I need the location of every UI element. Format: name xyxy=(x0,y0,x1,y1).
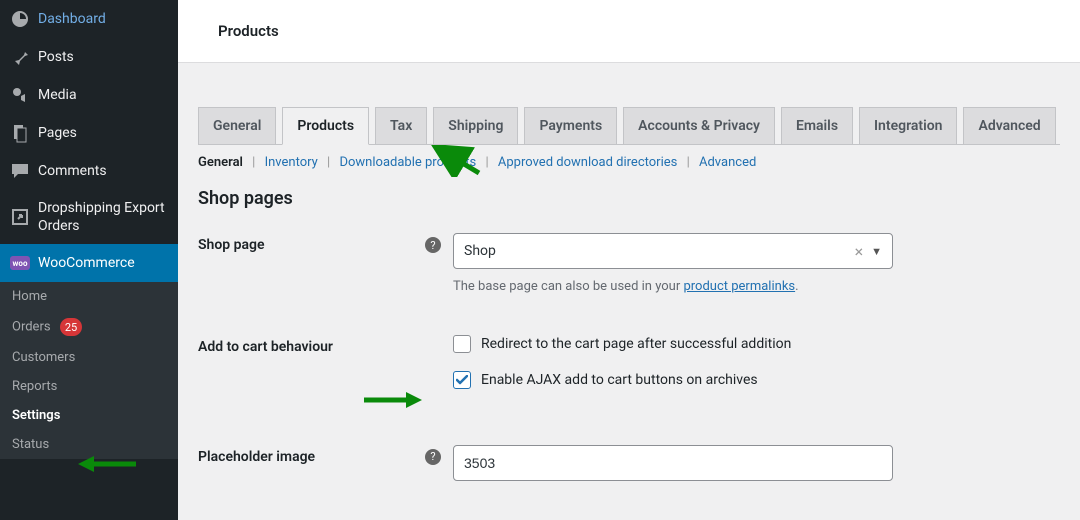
sidebar-item-dashboard[interactable]: Dashboard xyxy=(0,0,178,38)
tab-integration[interactable]: Integration xyxy=(859,107,957,145)
subnav-separator: | xyxy=(252,155,255,170)
submenu-item-orders[interactable]: Orders 25 xyxy=(0,311,178,343)
row-shop-page: Shop page ? Shop × ▼ The base page can a… xyxy=(198,233,1060,297)
subnav-general[interactable]: General xyxy=(198,155,243,170)
menu-label: Pages xyxy=(38,125,77,141)
checkbox-label: Enable AJAX add to cart buttons on archi… xyxy=(481,372,758,388)
tab-shipping[interactable]: Shipping xyxy=(433,107,518,145)
tab-products[interactable]: Products xyxy=(282,107,369,145)
sidebar-item-dropshipping[interactable]: Dropshipping Export Orders xyxy=(0,190,178,244)
tab-general[interactable]: General xyxy=(198,107,276,145)
row-add-to-cart: Add to cart behaviour Redirect to the ca… xyxy=(198,335,1060,407)
submenu-item-customers[interactable]: Customers xyxy=(0,343,178,372)
desc-text: The base page can also be used in your xyxy=(453,279,683,294)
desc-text: . xyxy=(795,279,798,294)
submenu-label: Reports xyxy=(12,379,57,394)
clear-icon[interactable]: × xyxy=(855,242,864,261)
submenu-item-status[interactable]: Status xyxy=(0,430,178,459)
submenu-label: Orders xyxy=(12,320,51,335)
page-header: Products xyxy=(178,0,1080,63)
section-title: Shop pages xyxy=(198,188,1060,209)
subnav-separator: | xyxy=(687,155,690,170)
tab-tax[interactable]: Tax xyxy=(375,107,427,145)
tab-emails[interactable]: Emails xyxy=(781,107,853,145)
label-shop-page: Shop page xyxy=(198,237,265,253)
label-placeholder-image: Placeholder image xyxy=(198,449,315,465)
media-icon xyxy=(10,85,30,105)
label-add-to-cart: Add to cart behaviour xyxy=(198,339,333,355)
menu-label: Dashboard xyxy=(38,11,106,27)
subnav-separator: | xyxy=(327,155,330,170)
menu-label: Comments xyxy=(38,163,107,179)
chevron-down-icon: ▼ xyxy=(871,245,882,258)
main-content: Products General Products Tax Shipping P… xyxy=(178,0,1080,520)
shop-page-desc: The base page can also be used in your p… xyxy=(453,277,893,297)
ajax-checkbox-row: Enable AJAX add to cart buttons on archi… xyxy=(453,371,893,389)
placeholder-image-input[interactable] xyxy=(453,445,893,481)
settings-tabs: General Products Tax Shipping Payments A… xyxy=(198,107,1060,145)
menu-label: Dropshipping Export Orders xyxy=(38,199,168,235)
subnav-advanced[interactable]: Advanced xyxy=(699,155,756,170)
submenu-label: Home xyxy=(12,289,47,304)
submenu-item-home[interactable]: Home xyxy=(0,282,178,311)
sidebar-item-woocommerce[interactable]: woo WooCommerce xyxy=(0,244,178,282)
help-icon[interactable]: ? xyxy=(425,237,441,253)
subnav-inventory[interactable]: Inventory xyxy=(265,155,318,170)
subnav-approved-dirs[interactable]: Approved download directories xyxy=(498,155,677,170)
row-placeholder-image: Placeholder image ? xyxy=(198,445,1060,481)
export-icon xyxy=(10,207,30,227)
menu-label: WooCommerce xyxy=(38,255,135,271)
tab-payments[interactable]: Payments xyxy=(524,107,617,145)
submenu-label: Customers xyxy=(12,350,75,365)
page-icon xyxy=(10,123,30,143)
comment-icon xyxy=(10,161,30,181)
redirect-checkbox-row: Redirect to the cart page after successf… xyxy=(453,335,893,353)
admin-sidebar: Dashboard Posts Media Pages Comments Dro… xyxy=(0,0,178,520)
permalinks-link[interactable]: product permalinks xyxy=(683,279,795,294)
menu-label: Posts xyxy=(38,49,74,65)
sidebar-item-comments[interactable]: Comments xyxy=(0,152,178,190)
help-icon[interactable]: ? xyxy=(425,449,441,465)
menu-label: Media xyxy=(38,87,77,103)
submenu-label: Settings xyxy=(12,408,60,423)
ajax-checkbox[interactable] xyxy=(453,371,471,389)
sidebar-item-pages[interactable]: Pages xyxy=(0,114,178,152)
submenu-label: Status xyxy=(12,437,49,452)
pin-icon xyxy=(10,47,30,67)
shop-page-select[interactable]: Shop × ▼ xyxy=(453,233,893,269)
woo-icon: woo xyxy=(10,253,30,273)
subnav-downloadable[interactable]: Downloadable products xyxy=(339,155,476,170)
products-subnav: General | Inventory | Downloadable produ… xyxy=(198,155,1060,170)
page-title: Products xyxy=(218,22,1040,40)
subnav-separator: | xyxy=(485,155,488,170)
sidebar-item-posts[interactable]: Posts xyxy=(0,38,178,76)
tab-advanced[interactable]: Advanced xyxy=(963,107,1055,145)
sidebar-item-media[interactable]: Media xyxy=(0,76,178,114)
select-value: Shop xyxy=(464,243,496,259)
tab-accounts-privacy[interactable]: Accounts & Privacy xyxy=(623,107,775,145)
checkbox-label: Redirect to the cart page after successf… xyxy=(481,336,791,352)
orders-badge: 25 xyxy=(60,318,82,336)
submenu-item-reports[interactable]: Reports xyxy=(0,372,178,401)
dashboard-icon xyxy=(10,9,30,29)
submenu-item-settings[interactable]: Settings xyxy=(0,401,178,430)
redirect-checkbox[interactable] xyxy=(453,335,471,353)
woocommerce-submenu: Home Orders 25 Customers Reports Setting… xyxy=(0,282,178,459)
